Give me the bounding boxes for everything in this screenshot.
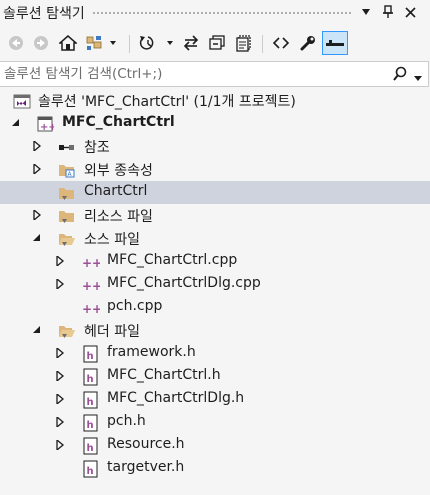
header-file-icon: h: [82, 391, 100, 409]
header-file-label: pch.h: [107, 413, 146, 429]
cpp-file-icon: ++: [82, 276, 102, 294]
pending-changes-filter-icon[interactable]: [138, 31, 176, 55]
svg-text:++: ++: [82, 256, 100, 270]
header-file-label: MFC_ChartCtrl.h: [107, 367, 221, 383]
expanded-arrow-icon[interactable]: [11, 118, 21, 128]
tree-item-resource-files[interactable]: 리소스 파일: [0, 204, 430, 227]
svg-text:h: h: [87, 351, 94, 362]
tree-item-references[interactable]: 참조: [0, 135, 430, 158]
show-all-files-icon[interactable]: [233, 31, 255, 55]
collapsed-arrow-icon[interactable]: [55, 256, 65, 266]
back-icon[interactable]: [6, 31, 26, 55]
collapse-all-icon[interactable]: [206, 31, 228, 55]
header-file-icon: h: [82, 414, 100, 432]
solution-label: 솔루션 'MFC_ChartCtrl' (1/1개 프로젝트): [38, 94, 296, 110]
svg-text:h: h: [87, 397, 94, 408]
collapsed-arrow-icon[interactable]: [55, 371, 65, 381]
resource-files-label: 리소스 파일: [84, 209, 153, 225]
collapsed-arrow-icon[interactable]: [55, 440, 65, 450]
tree-item-source-file[interactable]: ++ MFC_ChartCtrl.cpp: [0, 250, 430, 273]
source-file-label: MFC_ChartCtrl.cpp: [107, 252, 238, 268]
properties-icon[interactable]: [297, 31, 319, 55]
collapsed-arrow-icon[interactable]: [32, 164, 42, 174]
external-dependencies-folder-icon: A: [58, 161, 76, 179]
svg-text:++: ++: [40, 122, 54, 133]
pin-icon[interactable]: [378, 2, 398, 22]
tree-item-solution[interactable]: 솔루션 'MFC_ChartCtrl' (1/1개 프로젝트): [0, 89, 430, 112]
expanded-arrow-icon[interactable]: [32, 233, 42, 243]
references-label: 참조: [84, 140, 110, 156]
header-file-label: targetver.h: [107, 459, 185, 475]
header-file-icon: h: [82, 437, 100, 455]
search-icon[interactable]: [392, 66, 408, 86]
switch-views-icon[interactable]: [84, 31, 120, 55]
window-title: 솔루션 탐색기: [3, 6, 85, 22]
preview-selected-icon[interactable]: [322, 31, 348, 55]
tree-item-header-file[interactable]: h MFC_ChartCtrlDlg.h: [0, 388, 430, 411]
project-label: MFC_ChartCtrl: [62, 114, 175, 130]
header-files-label: 헤더 파일: [84, 324, 140, 340]
header-file-label: framework.h: [107, 344, 196, 360]
external-dependencies-label: 외부 종속성: [84, 163, 153, 179]
sync-icon[interactable]: [181, 31, 201, 55]
title-drag-grip[interactable]: [92, 11, 352, 15]
home-icon[interactable]: [57, 31, 79, 55]
solution-icon: [13, 92, 31, 110]
toolbar: [0, 27, 430, 59]
tree-item-source-file[interactable]: ++ MFC_ChartCtrlDlg.cpp: [0, 273, 430, 296]
window-position-dropdown-icon[interactable]: [356, 2, 376, 22]
source-file-label: pch.cpp: [107, 298, 163, 314]
open-filter-folder-icon: [58, 230, 76, 248]
tree-item-header-file[interactable]: h Resource.h: [0, 434, 430, 457]
collapsed-arrow-icon[interactable]: [32, 141, 42, 151]
title-bar: 솔루션 탐색기: [0, 0, 430, 25]
header-file-icon: h: [82, 345, 100, 363]
tree-item-header-file[interactable]: h targetver.h: [0, 457, 430, 480]
tree-item-header-file[interactable]: h pch.h: [0, 411, 430, 434]
filter-folder-icon: [58, 207, 76, 225]
collapsed-arrow-icon[interactable]: [55, 417, 65, 427]
header-file-icon: h: [82, 368, 100, 386]
source-file-label: MFC_ChartCtrlDlg.cpp: [107, 275, 261, 291]
header-file-icon: h: [82, 460, 100, 478]
open-filter-folder-icon: [58, 322, 76, 340]
search-input[interactable]: [4, 62, 374, 86]
svg-text:h: h: [87, 420, 94, 431]
svg-text:h: h: [87, 443, 94, 454]
collapsed-arrow-icon[interactable]: [55, 279, 65, 289]
source-files-label: 소스 파일: [84, 232, 140, 248]
toolbar-separator: [262, 35, 263, 53]
svg-text:++: ++: [82, 279, 100, 293]
collapsed-arrow-icon[interactable]: [55, 394, 65, 404]
collapsed-arrow-icon[interactable]: [32, 210, 42, 220]
expanded-arrow-icon[interactable]: [32, 325, 42, 335]
svg-text:h: h: [87, 374, 94, 385]
header-file-label: Resource.h: [107, 436, 185, 452]
header-file-label: MFC_ChartCtrlDlg.h: [107, 390, 245, 406]
tree-item-header-file[interactable]: h MFC_ChartCtrl.h: [0, 365, 430, 388]
references-icon: [58, 138, 76, 156]
search-options-dropdown-icon[interactable]: [414, 70, 422, 86]
tree-item-external-dependencies[interactable]: A 외부 종속성: [0, 158, 430, 181]
tree-item-project[interactable]: ++ MFC_ChartCtrl: [0, 112, 430, 135]
cpp-file-icon: ++: [82, 253, 102, 271]
svg-text:++: ++: [82, 302, 100, 316]
svg-text:h: h: [87, 466, 94, 477]
toolbar-separator: [129, 35, 130, 53]
close-icon[interactable]: [400, 2, 420, 22]
search-box: [0, 61, 429, 87]
collapsed-arrow-icon[interactable]: [55, 348, 65, 358]
cpp-project-icon: ++: [36, 115, 57, 133]
forward-icon[interactable]: [31, 31, 51, 55]
cpp-file-icon: ++: [82, 299, 102, 317]
chartctrl-label: ChartCtrl: [84, 183, 148, 199]
tree-item-source-files[interactable]: 소스 파일: [0, 227, 430, 250]
tree-item-header-files[interactable]: 헤더 파일: [0, 319, 430, 342]
tree-item-source-file[interactable]: ++ pch.cpp: [0, 296, 430, 319]
filter-folder-icon: [58, 184, 76, 202]
tree-item-header-file[interactable]: h framework.h: [0, 342, 430, 365]
tree-item-chartctrl[interactable]: ChartCtrl: [0, 181, 430, 204]
view-code-icon[interactable]: [270, 31, 292, 55]
